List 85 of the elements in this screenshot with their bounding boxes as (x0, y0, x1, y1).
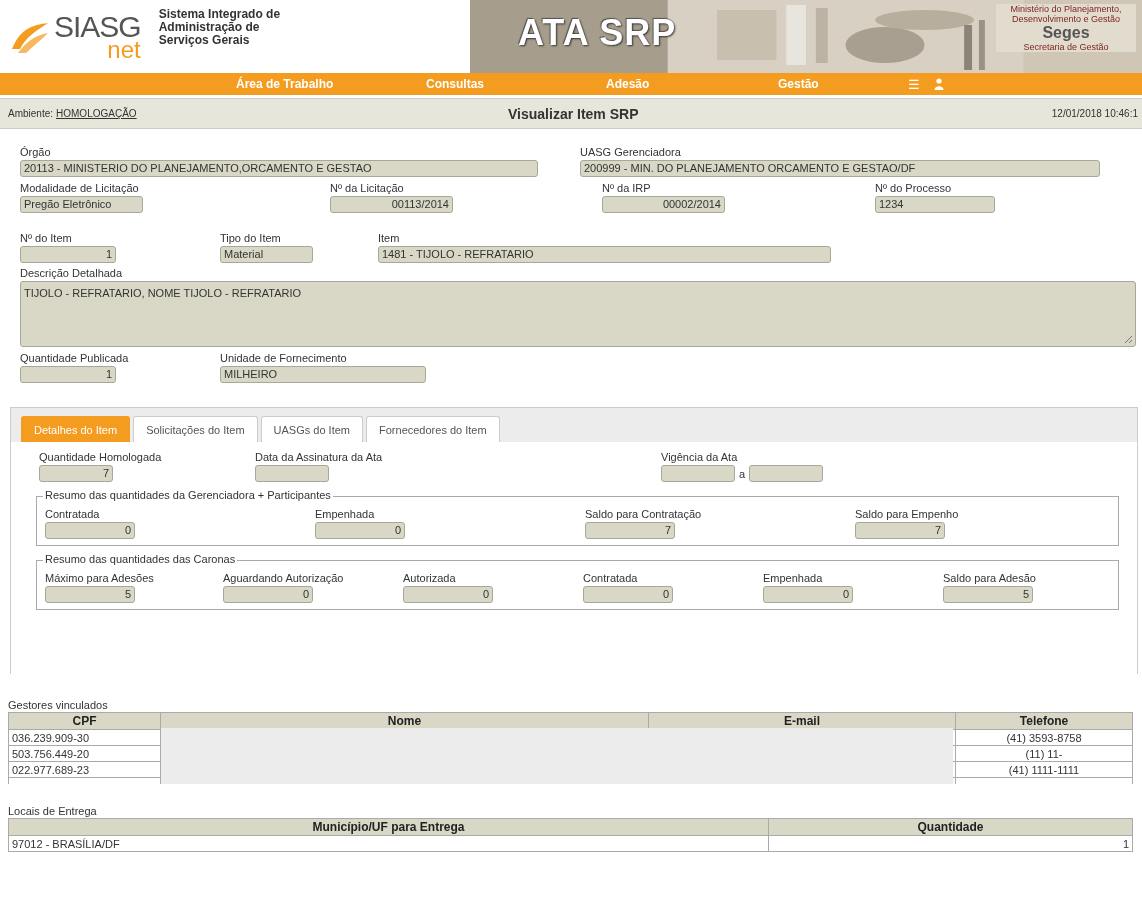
field-label: Saldo para Empenho (855, 507, 959, 522)
ministry-name: Desenvolvimento e Gestão (1011, 14, 1121, 24)
column-header: Telefone (955, 712, 1133, 730)
field-label: Saldo para Contratação (585, 507, 702, 522)
field-label: Nº da IRP (602, 181, 651, 196)
group-legend: Resumo das quantidades da Gerenciadora + Participantes (43, 489, 333, 501)
system-name: Administração de (158, 21, 260, 34)
field-label: Vigência da Ata (661, 450, 738, 465)
input-field[interactable]: 0 (315, 522, 405, 539)
resize-grip-icon[interactable] (1123, 334, 1133, 344)
group-legend: Resumo das quantidades das Caronas (43, 553, 238, 565)
range-separator: a (739, 467, 746, 480)
tab[interactable]: Fornecedores do Item (366, 416, 500, 442)
field-label: Contratada (45, 507, 100, 522)
input-field[interactable]: 7 (585, 522, 675, 539)
tab[interactable]: UASGs do Item (260, 416, 363, 442)
field-label: Item (378, 231, 400, 246)
tab[interactable]: Solicitações do Item (133, 416, 258, 442)
input-field[interactable]: 7 (39, 465, 113, 482)
input-field[interactable]: 0 (403, 586, 493, 603)
environment-link[interactable]: HOMOLOGAÇÃO (56, 108, 137, 119)
field-label: Empenhada (763, 571, 823, 586)
input-field[interactable]: 0 (763, 586, 853, 603)
field-label: Órgão (20, 145, 51, 160)
column-header: Município/UF para Entrega (8, 818, 769, 836)
user-icon[interactable] (934, 78, 944, 90)
input-field[interactable]: 1481 - TIJOLO - REFRATARIO (378, 246, 831, 263)
system-name: Sistema Integrado de (158, 8, 281, 21)
column-header: Quantidade (768, 818, 1133, 836)
field-label: UASG Gerenciadora (580, 145, 681, 160)
field-label: Data da Assinatura da Ata (255, 450, 383, 465)
input-field[interactable]: 5 (45, 586, 135, 603)
field-label: Descrição Detalhada (20, 266, 123, 281)
field-label: Nº do Processo (875, 181, 952, 196)
field-label: Saldo para Adesão (943, 571, 1036, 586)
seges-title: Seges (1042, 24, 1090, 42)
description-field[interactable]: TIJOLO - REFRATARIO, NOME TIJOLO - REFRATARIO (20, 281, 1136, 347)
field-label: Empenhada (315, 507, 375, 522)
datetime: 12/01/2018 10:46:1 (1051, 108, 1138, 119)
table-cell: (41) 3593-8758 (955, 729, 1133, 746)
banner-title: ATA SRP (518, 12, 677, 54)
table-title: Gestores vinculados (8, 698, 109, 712)
field-label: Máximo para Adesões (45, 571, 154, 586)
field-label: Aguardando Autorização (223, 571, 344, 586)
environment-label: Ambiente: (8, 108, 54, 119)
input-field[interactable]: 0 (583, 586, 673, 603)
input-field[interactable]: 00113/2014 (330, 196, 453, 213)
input-field[interactable]: 00002/2014 (602, 196, 725, 213)
input-field[interactable]: 7 (855, 522, 945, 539)
field-label: Contratada (583, 571, 638, 586)
input-field[interactable]: 1 (20, 366, 116, 383)
input-field[interactable]: 0 (45, 522, 135, 539)
input-field[interactable]: 1 (20, 246, 116, 263)
field-label: Tipo do Item (220, 231, 281, 246)
input-field[interactable] (749, 465, 824, 482)
field-label: Modalidade de Licitação (20, 181, 139, 196)
input-field[interactable] (661, 465, 735, 482)
table-cell: (11) 11- (955, 745, 1133, 762)
table-cell: 022.977.689-23 (8, 761, 161, 778)
input-field[interactable]: MILHEIRO (220, 366, 426, 383)
table-cell: (41) 1111-1111 (955, 761, 1133, 778)
input-field[interactable]: Pregão Eletrônico (20, 196, 143, 213)
field-label: Nº do Item (20, 231, 72, 246)
field-label: Unidade de Fornecimento (220, 351, 347, 366)
ministry-name: Ministério do Planejamento, (1010, 4, 1122, 14)
table-cell: 1 (768, 835, 1133, 852)
field-label: Quantidade Homologada (39, 450, 162, 465)
field-label: Quantidade Publicada (20, 351, 129, 366)
column-header: CPF (8, 712, 161, 730)
field-label: Autorizada (403, 571, 456, 586)
table-cell: 036.239.909-30 (8, 729, 161, 746)
table-title: Locais de Entrega (8, 804, 98, 818)
input-field[interactable]: Material (220, 246, 313, 263)
input-field[interactable]: 1234 (875, 196, 995, 213)
input-field[interactable]: 20113 - MINISTERIO DO PLANEJAMENTO,ORCAMENTO E GESTAO (20, 160, 538, 177)
system-name: Serviços Gerais (158, 34, 251, 47)
field-label: Nº da Licitação (330, 181, 404, 196)
input-field[interactable]: 0 (223, 586, 313, 603)
seges-subtitle: Secretaria de Gestão (1023, 42, 1109, 52)
input-field[interactable]: 200999 - MIN. DO PLANEJAMENTO ORCAMENTO E GESTAO/DF (580, 160, 1100, 177)
table-cell: 503.756.449-20 (8, 745, 161, 762)
page-title: Visualizar Item SRP (507, 105, 640, 122)
table-cell: 97012 - BRASÍLIA/DF (8, 835, 769, 852)
input-field[interactable]: 5 (943, 586, 1033, 603)
input-field[interactable] (255, 465, 329, 482)
